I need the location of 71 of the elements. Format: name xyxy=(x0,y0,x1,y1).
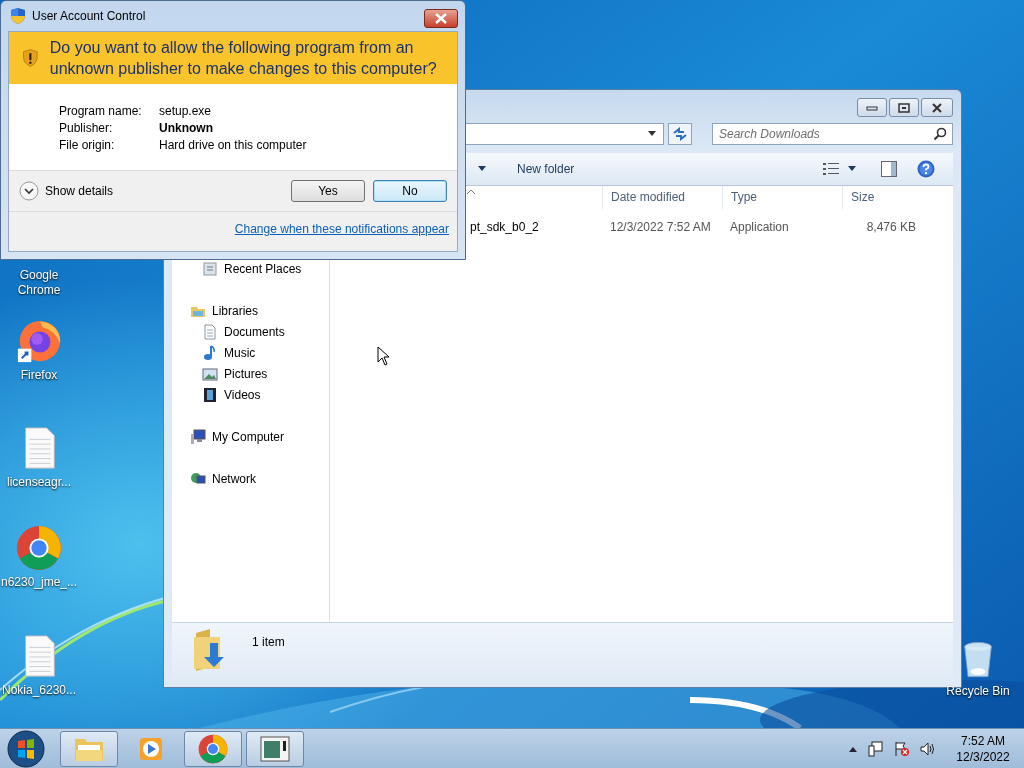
close-button[interactable] xyxy=(424,9,458,28)
taskbar-button[interactable] xyxy=(246,730,304,767)
flag-icon[interactable] xyxy=(894,740,910,757)
nav-item[interactable]: Pictures xyxy=(224,366,268,381)
dialog-question: Do you want to allow the following program from an unknown publisher to make changes to this computer? xyxy=(49,38,438,79)
desktop-icon-label[interactable]: Firefox xyxy=(20,368,58,383)
mouse-cursor-icon xyxy=(377,346,390,366)
close-icon xyxy=(931,102,943,113)
network-icon xyxy=(190,470,206,487)
field-label: File origin: xyxy=(59,138,116,153)
close-icon xyxy=(434,13,448,24)
music-icon xyxy=(202,344,218,361)
nav-item[interactable]: My Computer xyxy=(212,429,285,444)
search-field[interactable]: Search Downloads xyxy=(712,123,953,145)
chrome-icon[interactable] xyxy=(16,525,62,571)
dialog-button[interactable]: No xyxy=(373,180,447,202)
network-icon[interactable] xyxy=(868,740,884,757)
application-window-icon xyxy=(260,735,290,762)
column-header[interactable]: Type xyxy=(722,186,842,209)
shield-icon xyxy=(10,7,26,25)
taskbar-button[interactable] xyxy=(60,730,118,767)
table-cell-text: 12/3/2022 7:52 AM xyxy=(609,220,712,234)
toolbar-button[interactable]: New folder xyxy=(511,159,581,179)
document-icon xyxy=(202,323,218,340)
field-value: setup.exe xyxy=(159,104,213,119)
show-hidden-icons-icon[interactable] xyxy=(848,745,858,752)
nav-item[interactable]: Libraries xyxy=(212,303,259,318)
expand-chevron-icon[interactable] xyxy=(19,181,39,201)
close-button[interactable] xyxy=(921,98,953,117)
status-text: 1 item xyxy=(252,635,285,649)
caret-icon[interactable] xyxy=(477,166,487,172)
field-label: Program name: xyxy=(59,104,143,119)
taskbar-button[interactable] xyxy=(184,730,242,767)
volume-icon[interactable] xyxy=(920,740,936,757)
window-title: User Account Control xyxy=(32,9,147,23)
firefox-icon[interactable] xyxy=(16,318,62,364)
start-button[interactable] xyxy=(6,728,46,768)
table-cell-text: Application xyxy=(729,220,790,234)
desktop-icon-label[interactable]: Google Chrome xyxy=(9,268,69,298)
maximize-button[interactable] xyxy=(889,98,919,117)
search-icon xyxy=(933,127,947,141)
nav-item[interactable]: Recent Places xyxy=(224,261,302,276)
field-value: Unknown xyxy=(159,121,214,136)
column-header[interactable]: Size xyxy=(842,186,922,209)
help-icon[interactable] xyxy=(917,160,935,178)
clock-date[interactable]: 12/3/2022 xyxy=(956,748,1010,765)
table-cell-text: 8,476 KB xyxy=(865,220,917,234)
field-label: Publisher: xyxy=(59,121,114,136)
nav-item[interactable]: Network xyxy=(212,471,256,486)
recent-icon xyxy=(202,260,218,277)
field-value: Hard drive on this computer xyxy=(159,138,308,153)
desktop-icon-label[interactable]: Recycle Bin xyxy=(946,684,1010,699)
refresh-button[interactable] xyxy=(668,123,692,145)
caret-icon[interactable] xyxy=(647,131,657,137)
column-header[interactable]: Date modified xyxy=(602,186,722,209)
view-list-icon[interactable] xyxy=(823,162,839,176)
videos-icon xyxy=(202,386,218,403)
restore-icon xyxy=(898,102,910,113)
caret-icon[interactable] xyxy=(847,166,857,172)
nav-item[interactable]: Documents xyxy=(224,324,285,339)
nav-item[interactable]: Music xyxy=(224,345,256,360)
computer-icon xyxy=(190,428,206,445)
show-details-button[interactable]: Show details xyxy=(43,184,116,198)
nav-item[interactable]: Videos xyxy=(224,387,261,402)
dialog-button[interactable]: Yes xyxy=(291,180,365,202)
clock-time[interactable]: 7:52 AM xyxy=(961,732,1005,749)
pictures-icon xyxy=(202,365,218,382)
minimize-icon xyxy=(866,103,878,112)
chrome-icon xyxy=(198,733,228,764)
preview-pane-icon[interactable] xyxy=(881,161,897,177)
settings-link[interactable]: Change when these notifications appear xyxy=(234,222,449,236)
